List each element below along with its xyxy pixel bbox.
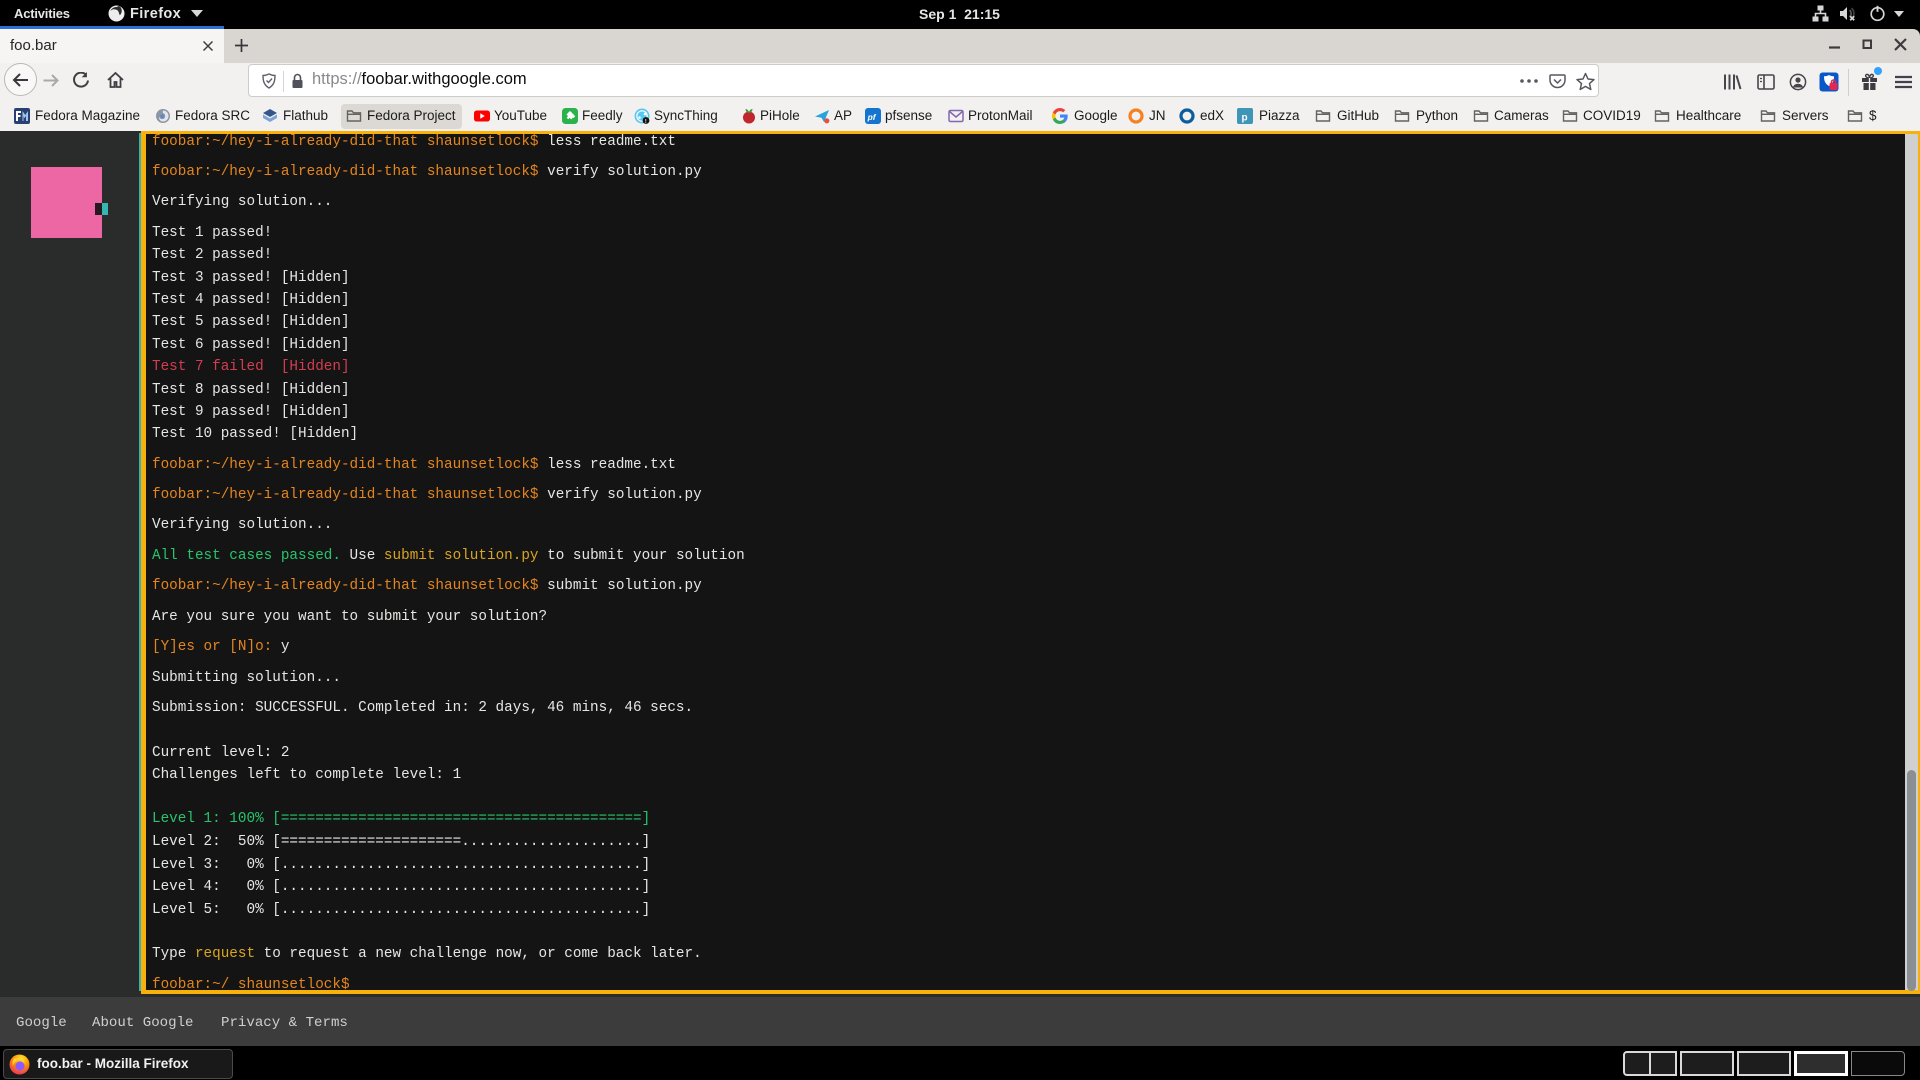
svg-text:p: p <box>1242 113 1248 124</box>
svg-text:!: ! <box>645 119 647 124</box>
svg-text:pf: pf <box>867 112 877 122</box>
